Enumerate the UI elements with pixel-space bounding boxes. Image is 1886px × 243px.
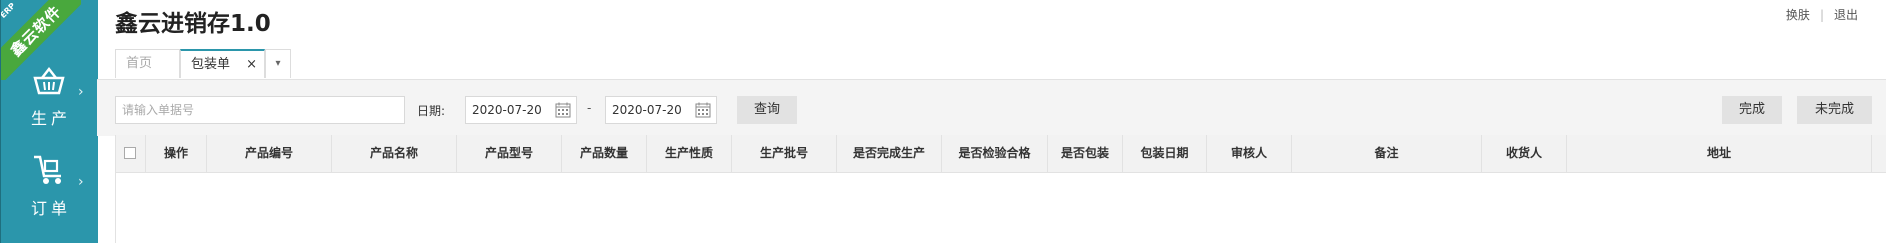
- undone-button[interactable]: 未完成: [1797, 96, 1872, 124]
- date-end-field[interactable]: 2020-07-20: [605, 96, 717, 124]
- sidebar-item-label: 订单: [30, 199, 71, 218]
- calendar-icon: [695, 102, 711, 118]
- column-header: 审核人: [1207, 135, 1292, 172]
- column-header: 是否包装: [1048, 135, 1123, 172]
- column-header: 是否完成生产: [837, 135, 942, 172]
- column-header: 是否检验合格: [942, 135, 1048, 172]
- query-button[interactable]: 查询: [737, 96, 797, 124]
- date-label: 日期:: [417, 104, 446, 118]
- chevron-down-icon[interactable]: ▾: [265, 49, 291, 78]
- logout-link[interactable]: 退出: [1834, 8, 1858, 22]
- tab-packing-order[interactable]: 包装单 ×: [180, 49, 265, 78]
- link-separator: |: [1819, 8, 1824, 22]
- sidebar-item-production[interactable]: › 生产: [1, 58, 98, 138]
- top-links: 换肤 | 退出: [1776, 6, 1858, 23]
- sidebar: 鑫云软件 ERP › 生产 › 订单: [0, 0, 98, 243]
- basket-icon: [33, 66, 65, 95]
- table-header: 操作 产品编号 产品名称 产品型号 产品数量 生产性质 生产批号 是否完成生产 …: [116, 135, 1886, 173]
- date-start-value: 2020-07-20: [472, 103, 542, 117]
- chevron-right-icon: ›: [78, 174, 84, 190]
- column-header: 生产批号: [732, 135, 837, 172]
- skin-link[interactable]: 换肤: [1786, 8, 1810, 22]
- column-header: 操作: [146, 135, 207, 172]
- filter-toolbar: 日期: 2020-07-20 - 2020-07-20 查询 完成 未完成: [97, 79, 1886, 136]
- tab-home[interactable]: 首页: [115, 49, 180, 78]
- done-button[interactable]: 完成: [1722, 96, 1782, 124]
- order-number-input[interactable]: [115, 96, 405, 124]
- select-all-cell: [116, 135, 146, 172]
- app-title: 鑫云进销存1.0: [115, 11, 271, 37]
- column-header: 产品数量: [562, 135, 647, 172]
- packing-table: 操作 产品编号 产品名称 产品型号 产品数量 生产性质 生产批号 是否完成生产 …: [115, 135, 1886, 243]
- tab-label: 包装单: [191, 57, 231, 72]
- column-header: 收货人: [1482, 135, 1567, 172]
- column-header: 产品名称: [332, 135, 457, 172]
- column-header: 地址: [1567, 135, 1872, 172]
- date-start-field[interactable]: 2020-07-20: [465, 96, 577, 124]
- ribbon-small-text: ERP: [1, 1, 18, 20]
- cart-icon: [34, 155, 61, 184]
- select-all-checkbox[interactable]: [124, 147, 136, 159]
- column-header: 产品型号: [457, 135, 562, 172]
- column-header: 生产性质: [647, 135, 732, 172]
- sidebar-item-label: 生产: [30, 109, 71, 128]
- date-end-value: 2020-07-20: [612, 103, 682, 117]
- column-header: 包装日期: [1123, 135, 1207, 172]
- sidebar-item-orders[interactable]: › 订单: [1, 150, 98, 230]
- column-header: 产品编号: [207, 135, 332, 172]
- close-icon[interactable]: ×: [246, 51, 257, 79]
- date-range-dash: -: [587, 101, 592, 115]
- calendar-icon: [555, 102, 571, 118]
- column-header: 备注: [1292, 135, 1482, 172]
- chevron-right-icon: ›: [78, 84, 84, 100]
